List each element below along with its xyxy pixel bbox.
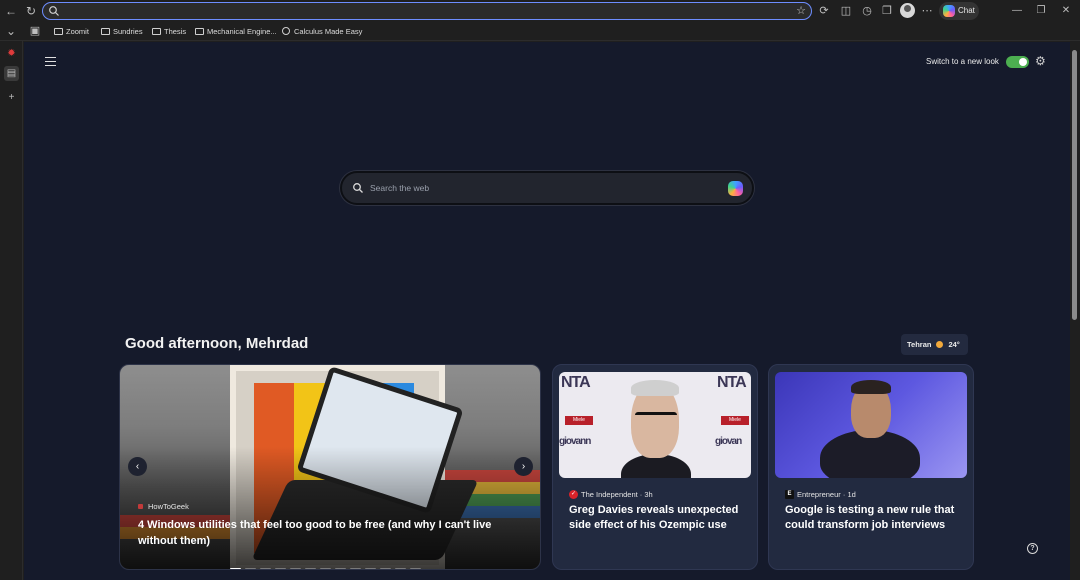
new-look-toggle[interactable]	[1006, 56, 1029, 68]
favorite-mechanical-engine[interactable]: Mechanical Engine...	[195, 25, 277, 38]
hero-carousel[interactable]: ‹ › HowToGeek 4 Windows utilities that f…	[119, 364, 541, 570]
folder-icon	[101, 28, 110, 35]
carousel-dot[interactable]	[350, 568, 361, 569]
carousel-dot[interactable]	[275, 568, 286, 569]
copilot-chat-button[interactable]: Chat	[939, 2, 979, 20]
news-image: NTA NTA Miele Miele giovann giovan	[559, 372, 751, 478]
sun-icon	[936, 341, 944, 348]
scrollbar[interactable]	[1070, 42, 1080, 580]
news-card-entrepreneur[interactable]: E Entrepreneur · 1d Google is testing a …	[768, 364, 974, 570]
news-image	[775, 372, 967, 478]
favorites-bar: ⌄ ▣ Zoomit Sundries Thesis Mechanical En…	[0, 22, 1080, 41]
gear-icon[interactable]: ⚙	[1035, 54, 1046, 68]
carousel-dot[interactable]	[260, 568, 271, 569]
more-options-icon[interactable]: ⋯	[920, 4, 934, 18]
scrollbar-thumb[interactable]	[1072, 50, 1077, 320]
new-tab-page: Switch to a new look ⚙ Search the web Go…	[24, 42, 1070, 580]
carousel-next-button[interactable]: ›	[514, 457, 533, 476]
favorite-thesis[interactable]: Thesis	[152, 25, 186, 38]
carousel-dot[interactable]	[335, 568, 346, 569]
news-title[interactable]: Greg Davies reveals unexpected side effe…	[569, 503, 745, 533]
search-icon	[353, 183, 363, 193]
carousel-dot[interactable]	[230, 568, 241, 569]
tab-page-icon[interactable]: ▤	[4, 66, 19, 81]
back-icon[interactable]: ←	[4, 4, 18, 18]
favorite-sundries[interactable]: Sundries	[101, 25, 143, 38]
profile-avatar[interactable]	[900, 3, 915, 18]
help-icon[interactable]: ?	[1027, 543, 1038, 554]
favorite-zoomit[interactable]: Zoomit	[54, 25, 89, 38]
weather-city: Tehran	[907, 340, 932, 349]
search-icon	[49, 6, 59, 16]
copilot-icon[interactable]	[728, 181, 743, 196]
weather-badge[interactable]: Tehran 24°	[901, 334, 968, 355]
carousel-dot[interactable]	[290, 568, 301, 569]
close-icon[interactable]: ✕	[1059, 4, 1073, 18]
carousel-dot[interactable]	[395, 568, 406, 569]
favorite-calculus-made-easy[interactable]: Calculus Made Easy	[282, 25, 362, 38]
browser-essentials-icon[interactable]: ⟳	[817, 4, 831, 18]
carousel-dot[interactable]	[380, 568, 391, 569]
restore-icon[interactable]: ❐	[1034, 4, 1048, 18]
folder-icon	[195, 28, 204, 35]
carousel-dot[interactable]	[305, 568, 316, 569]
minimize-icon[interactable]: —	[1010, 4, 1024, 18]
carousel-dot[interactable]	[245, 568, 256, 569]
vertical-sidebar: ✹ ▤ +	[0, 41, 23, 580]
the-independent-logo-icon: ✓	[569, 490, 578, 499]
switch-look-label: Switch to a new look	[926, 57, 999, 66]
history-icon[interactable]: ◷	[860, 4, 874, 18]
red-app-icon[interactable]: ✹	[4, 46, 19, 61]
web-search-box[interactable]: Search the web	[340, 171, 754, 205]
news-source: E Entrepreneur · 1d	[785, 490, 856, 499]
address-bar[interactable]: ☆	[42, 2, 812, 20]
carousel-dot[interactable]	[410, 568, 421, 569]
split-screen-icon[interactable]: ◫	[839, 4, 853, 18]
greeting-heading: Good afternoon, Mehrdad	[125, 335, 309, 352]
news-card-independent[interactable]: NTA NTA Miele Miele giovann giovan ✓ The…	[552, 364, 758, 570]
add-icon[interactable]: +	[4, 90, 19, 105]
browser-toolbar: ← ↻ ☆ ⟳ ◫ ◷ ❐ ⋯ Chat — ❐ ✕	[0, 0, 1080, 22]
search-placeholder: Search the web	[370, 183, 430, 193]
favorite-star-icon[interactable]: ☆	[796, 4, 806, 17]
hero-title[interactable]: 4 Windows utilities that feel too good t…	[138, 517, 523, 549]
weather-temp: 24°	[948, 340, 960, 349]
tab-actions-icon[interactable]: ▣	[28, 24, 42, 38]
chevron-down-icon[interactable]: ⌄	[4, 24, 18, 38]
news-source: ✓ The Independent · 3h	[569, 490, 653, 499]
copilot-icon	[943, 5, 955, 17]
carousel-dot[interactable]	[365, 568, 376, 569]
folder-icon	[152, 28, 161, 35]
globe-icon	[282, 27, 290, 35]
hero-source: HowToGeek	[138, 502, 189, 511]
news-title[interactable]: Google is testing a new rule that could …	[785, 503, 961, 533]
refresh-icon[interactable]: ↻	[24, 4, 38, 18]
menu-icon[interactable]	[45, 57, 56, 66]
carousel-dots	[230, 557, 425, 569]
carousel-prev-button[interactable]: ‹	[128, 457, 147, 476]
folder-icon	[54, 28, 63, 35]
chat-label: Chat	[958, 6, 975, 15]
carousel-dot[interactable]	[320, 568, 331, 569]
collections-icon[interactable]: ❐	[880, 4, 894, 18]
entrepreneur-logo-icon: E	[785, 490, 794, 499]
